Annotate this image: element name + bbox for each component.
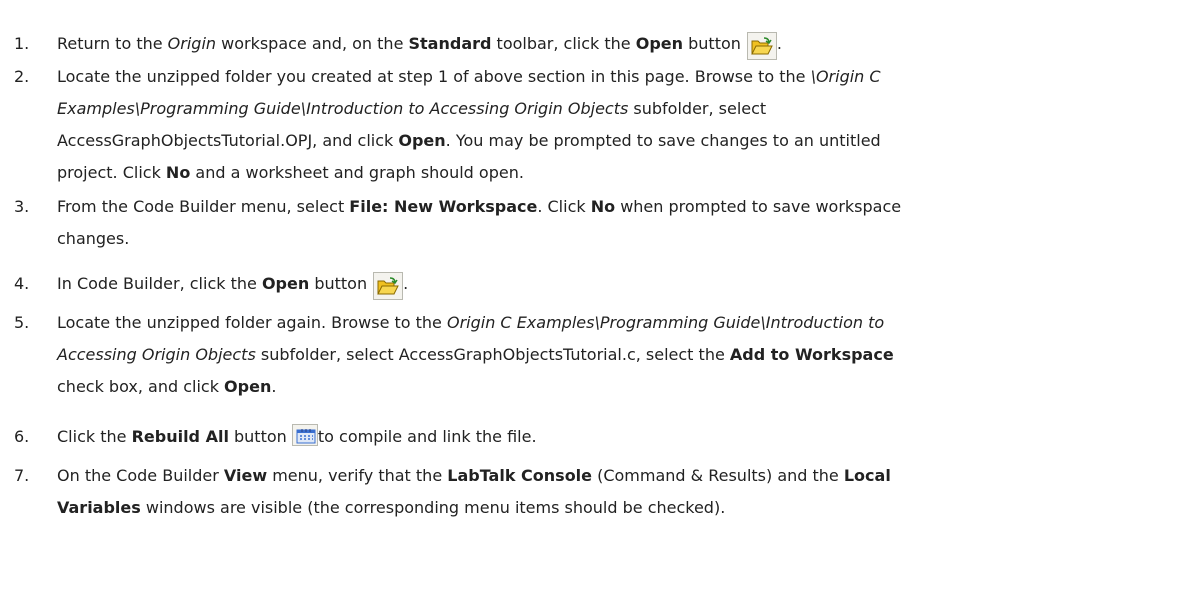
- step-text: button: [683, 34, 741, 53]
- step-7: 7. On the Code Builder View menu, verify …: [14, 460, 1194, 524]
- step-text: .: [271, 377, 277, 396]
- step-2: 2. Locate the unzipped folder you created…: [14, 61, 1194, 189]
- step-text: Return to the: [57, 34, 168, 53]
- open-folder-icon[interactable]: [373, 272, 404, 300]
- step-text: project. Click: [57, 163, 166, 182]
- step-text: Variables: [57, 498, 141, 517]
- step-text: button: [309, 274, 368, 293]
- step-text: to compile and link the file.: [317, 427, 537, 446]
- step-5: 5. Locate the unzipped folder again. Brow…: [14, 307, 1194, 403]
- step-number: 2.: [14, 67, 30, 86]
- step-text: Rebuild All: [131, 427, 229, 446]
- step-6: 6. Click the Rebuild All button to compil…: [14, 421, 1194, 453]
- step-text: (Command & Results) and the: [592, 466, 844, 485]
- step-text: subfolder, select: [628, 99, 767, 118]
- step-3: 3. From the Code Builder menu, select Fil…: [14, 191, 1194, 255]
- rebuild-all-icon[interactable]: [291, 424, 318, 446]
- step-number: 6.: [14, 427, 30, 446]
- step-text: .: [403, 274, 409, 293]
- step-text: Accessing Origin Objects: [57, 345, 256, 364]
- step-text: check box, and click: [57, 377, 225, 396]
- step-text: Local: [843, 466, 891, 485]
- step-text: Click the: [57, 427, 132, 446]
- step-text: subfolder, select AccessGraphObjectsTuto…: [255, 345, 730, 364]
- step-text: toolbar, click the: [491, 34, 636, 53]
- step-text: windows are visible (the corresponding m…: [140, 498, 726, 517]
- step-text: Locate the unzipped folder again. Browse…: [57, 313, 447, 332]
- step-text: . You may be prompted to save changes to…: [445, 131, 881, 150]
- step-text: From the Code Builder menu, select: [57, 197, 350, 216]
- step-number: 7.: [14, 466, 30, 485]
- step-text: File: New Workspace: [349, 197, 538, 216]
- step-text: workspace and, on the: [216, 34, 409, 53]
- step-text: No: [165, 163, 191, 182]
- step-text: Examples\Programming Guide\Introduction …: [57, 99, 629, 118]
- step-text: .: [776, 34, 782, 53]
- step-text: Standard: [408, 34, 492, 53]
- step-text: Origin C Examples\Programming Guide\Intr…: [446, 313, 885, 332]
- step-text: Open: [635, 34, 684, 53]
- open-folder-icon[interactable]: [746, 32, 777, 60]
- step-number: 3.: [14, 197, 30, 216]
- step-text: Add to Workspace: [729, 345, 894, 364]
- step-text: On the Code Builder: [57, 466, 224, 485]
- step-text: menu, verify that the: [267, 466, 448, 485]
- step-text: Locate the unzipped folder you created a…: [57, 67, 811, 86]
- step-number: 4.: [14, 274, 30, 293]
- step-text: In Code Builder, click the: [57, 274, 262, 293]
- step-text: LabTalk Console: [447, 466, 593, 485]
- step-text: when prompted to save workspace: [615, 197, 902, 216]
- step-text: and a worksheet and graph should open.: [190, 163, 524, 182]
- step-text: \Origin C: [810, 67, 881, 86]
- step-4: 4. In Code Builder, click the Open button…: [14, 268, 1194, 300]
- step-number: 5.: [14, 313, 30, 332]
- step-text: Open: [398, 131, 446, 150]
- step-text: Open: [224, 377, 272, 396]
- step-text: AccessGraphObjectsTutorial.OPJ, and clic…: [57, 131, 399, 150]
- step-text: Open: [261, 274, 310, 293]
- step-text: View: [223, 466, 268, 485]
- step-1: 1. Return to the Origin workspace and, on…: [14, 28, 1194, 60]
- step-text: changes.: [57, 229, 130, 248]
- step-text: . Click: [537, 197, 591, 216]
- step-text: No: [590, 197, 616, 216]
- step-text: button: [228, 427, 292, 446]
- step-number: 1.: [14, 34, 30, 53]
- step-text: Origin: [167, 34, 217, 53]
